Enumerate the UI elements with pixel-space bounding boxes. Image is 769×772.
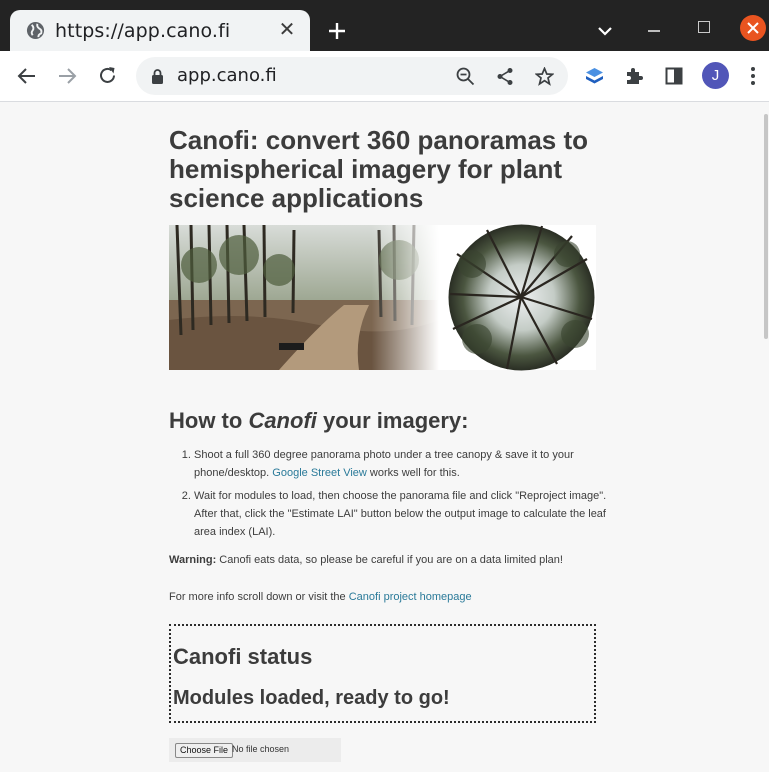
status-panel: Canofi status Modules loaded, ready to g… — [169, 624, 596, 723]
close-icon — [747, 22, 759, 34]
more-info-text: For more info scroll down or visit the C… — [169, 591, 472, 603]
reload-icon[interactable] — [97, 65, 118, 86]
zoom-out-icon[interactable] — [456, 67, 475, 86]
window-close-button[interactable] — [740, 15, 766, 41]
address-bar[interactable]: app.cano.fi — [136, 57, 568, 95]
tab-search-chevron-icon[interactable] — [597, 25, 613, 37]
page-title: Canofi: convert 360 panoramas to hemisph… — [169, 125, 588, 213]
list-item: Shoot a full 360 degree panorama photo u… — [194, 446, 624, 482]
tab-title: https://app.cano.fi — [55, 20, 231, 42]
forward-arrow-icon[interactable] — [57, 66, 77, 86]
extensions-puzzle-icon[interactable] — [624, 66, 644, 86]
status-heading: Canofi status — [173, 644, 313, 669]
scrollbar-thumb[interactable] — [764, 114, 768, 339]
browser-tab[interactable]: https://app.cano.fi ✕ — [10, 10, 310, 51]
browser-toolbar: app.cano.fi J — [0, 51, 769, 102]
tab-close-icon[interactable]: ✕ — [278, 20, 296, 40]
panorama-image — [169, 225, 439, 370]
lock-icon[interactable] — [151, 69, 164, 84]
project-homepage-link[interactable]: Canofi project homepage — [349, 591, 472, 603]
warning-text: Warning: Canofi eats data, so please be … — [169, 554, 599, 566]
kebab-menu-icon[interactable] — [750, 66, 756, 86]
hemispherical-image — [448, 224, 595, 371]
list-item: Wait for modules to load, then choose th… — [194, 487, 624, 541]
howto-suffix: your imagery: — [316, 408, 469, 433]
maximize-icon[interactable] — [698, 21, 710, 33]
warning-label: Warning: — [169, 554, 217, 566]
extension-stack-icon[interactable] — [585, 67, 604, 85]
new-tab-icon[interactable] — [326, 20, 348, 42]
tab-strip: https://app.cano.fi ✕ — [0, 0, 769, 51]
file-status-label: No file chosen — [232, 744, 290, 754]
warning-message: Canofi eats data, so please be careful i… — [216, 554, 563, 566]
more-info-prefix: For more info scroll down or visit the — [169, 591, 349, 603]
side-panel-icon[interactable] — [665, 67, 683, 85]
howto-emphasis: Canofi — [248, 408, 317, 433]
hero-image — [169, 224, 596, 371]
back-arrow-icon[interactable] — [17, 66, 37, 86]
file-input[interactable]: Choose File No file chosen — [169, 738, 341, 762]
step-text-after: works well for this. — [366, 467, 460, 479]
profile-avatar[interactable]: J — [702, 62, 729, 89]
howto-prefix: How to — [169, 408, 249, 433]
web-page: Canofi: convert 360 panoramas to hemisph… — [0, 102, 769, 772]
globe-icon — [26, 21, 45, 40]
url-text[interactable]: app.cano.fi — [177, 65, 277, 86]
step-text: Wait for modules to load, then choose th… — [194, 490, 607, 538]
bookmark-star-icon[interactable] — [535, 67, 554, 86]
howto-heading: How to Canofi your imagery: — [169, 408, 469, 434]
google-street-view-link[interactable]: Google Street View — [272, 467, 367, 479]
minimize-icon[interactable] — [648, 30, 660, 32]
share-icon[interactable] — [496, 67, 514, 86]
status-message: Modules loaded, ready to go! — [173, 687, 450, 709]
choose-file-button[interactable]: Choose File — [175, 743, 234, 758]
steps-list: Shoot a full 360 degree panorama photo u… — [169, 446, 624, 546]
